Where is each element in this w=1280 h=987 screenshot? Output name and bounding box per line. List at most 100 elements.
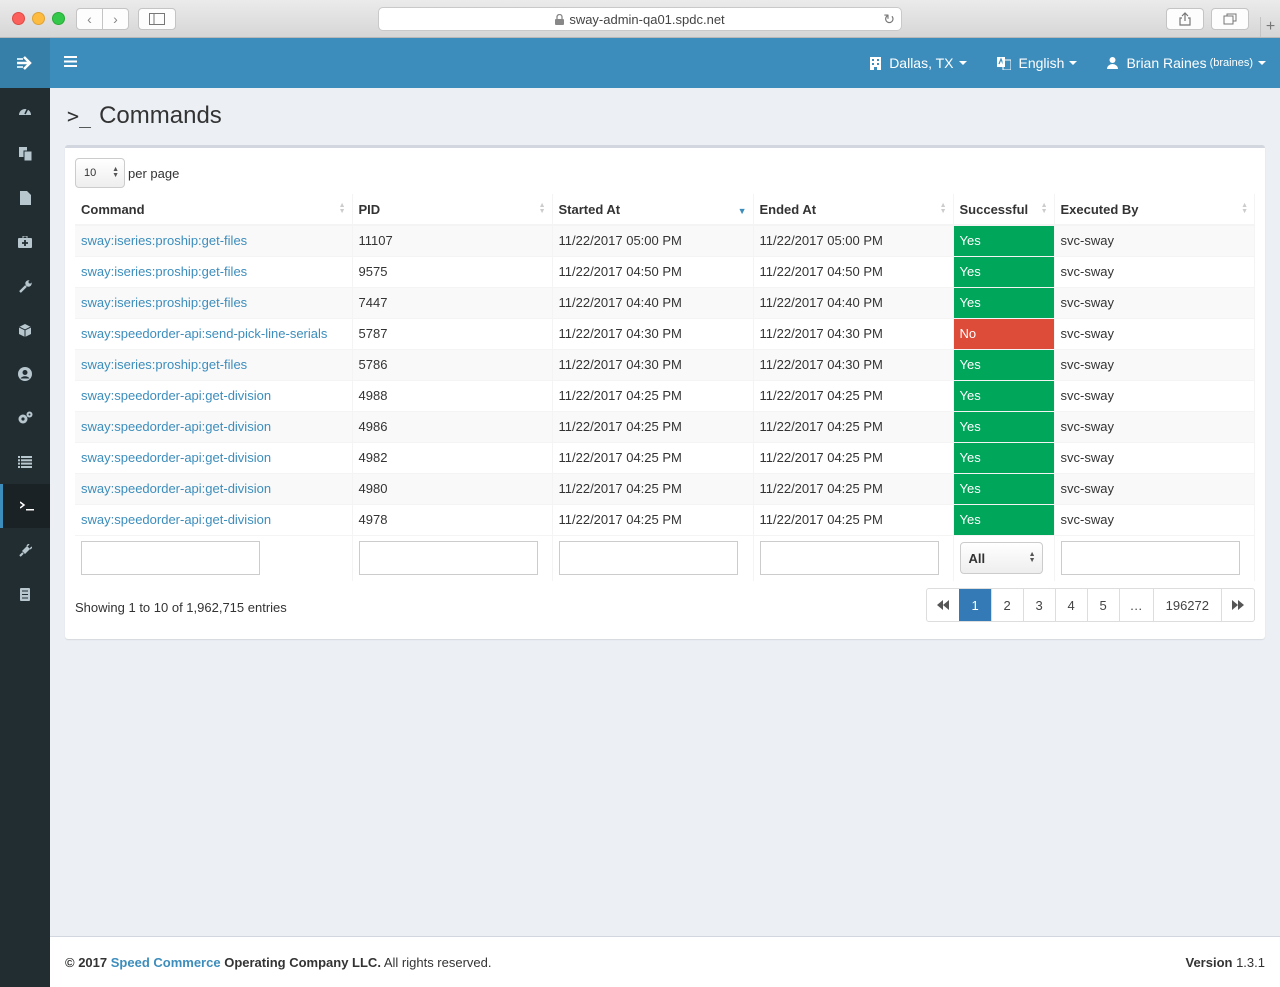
terminal-icon	[19, 501, 34, 511]
company-rest: Operating Company LLC.	[224, 955, 381, 970]
last-page-button[interactable]	[1221, 589, 1254, 621]
column-header-successful[interactable]: Successful ▲ ▼	[953, 194, 1055, 226]
sidebar-item-lists[interactable]	[0, 440, 50, 484]
sidebar-toggle-button[interactable]	[64, 55, 77, 70]
sidebar-item-plugins[interactable]	[0, 528, 50, 572]
column-header-label: Command	[81, 201, 145, 217]
column-header-pid[interactable]: PID ▲ ▼	[352, 194, 553, 226]
command-cell[interactable]: sway:speedorder-api:get-division	[75, 441, 353, 473]
rights-text: All rights reserved.	[383, 955, 492, 970]
share-icon	[1179, 12, 1191, 26]
started-at-filter-input[interactable]	[558, 541, 738, 576]
sidebar-item-settings[interactable]	[0, 396, 50, 440]
close-window-button[interactable]	[12, 12, 25, 25]
cube-icon	[19, 323, 31, 337]
maximize-window-button[interactable]	[52, 12, 65, 25]
successful-cell: Yes	[953, 441, 1055, 473]
table-row: sway:speedorder-api:get-division 4980 11/2…	[75, 472, 1255, 504]
command-cell[interactable]: sway:speedorder-api:get-division	[75, 472, 353, 504]
command-cell[interactable]: sway:speedorder-api:get-division	[75, 379, 353, 411]
new-tab-button[interactable]: +	[1260, 17, 1280, 37]
started-at-cell: 11/22/2017 04:40 PM	[552, 286, 754, 318]
command-cell[interactable]: sway:iseries:proship:get-files	[75, 286, 353, 318]
command-cell[interactable]: sway:speedorder-api:send-pick-line-seria…	[75, 317, 353, 349]
pid-cell: 7447	[352, 286, 553, 318]
column-header-executed-by[interactable]: Executed By ▲ ▼	[1054, 194, 1255, 226]
back-button[interactable]: ‹	[77, 9, 102, 29]
reload-icon[interactable]: ↻	[883, 11, 895, 28]
per-page-control: 10 ▲ ▼ per page	[75, 158, 179, 188]
sidebar-item-tools[interactable]	[0, 264, 50, 308]
user-name: Brian Raines	[1126, 55, 1207, 71]
started-at-cell: 11/22/2017 04:25 PM	[552, 410, 754, 442]
table-row: sway:speedorder-api:get-division 4986 11/2…	[75, 410, 1255, 442]
ended-at-cell: 11/22/2017 04:50 PM	[753, 255, 954, 287]
wrench-icon	[18, 279, 32, 293]
app-logo[interactable]	[0, 38, 50, 88]
select-arrows-icon: ▲ ▼	[1028, 551, 1036, 565]
minimize-window-button[interactable]	[32, 12, 45, 25]
table-row: sway:iseries:proship:get-files 11107 11/22…	[75, 224, 1255, 256]
ended-at-filter-input[interactable]	[759, 541, 939, 576]
share-button[interactable]	[1166, 8, 1204, 30]
pid-cell: 4988	[352, 379, 553, 411]
list-icon	[18, 456, 32, 468]
location-dropdown[interactable]: Dallas, TX	[870, 55, 967, 71]
filter-cell	[552, 534, 754, 581]
sort-icon: ▲ ▼	[338, 202, 346, 215]
address-bar[interactable]: sway-admin-qa01.spdc.net ↻	[378, 7, 902, 31]
sidebar-item-copy[interactable]	[0, 132, 50, 176]
page-button[interactable]: 5	[1086, 589, 1119, 621]
sidebar-item-medkit[interactable]	[0, 220, 50, 264]
table-row: sway:speedorder-api:send-pick-line-seria…	[75, 317, 1255, 349]
cogs-icon	[18, 411, 32, 424]
first-page-button[interactable]	[927, 589, 959, 621]
column-header-ended-at[interactable]: Ended At ▲ ▼	[753, 194, 954, 226]
per-page-select[interactable]: 10 ▲ ▼	[75, 158, 125, 188]
user-dropdown[interactable]: Brian Raines (braines)	[1107, 55, 1266, 71]
table-row: sway:iseries:proship:get-files 5786 11/22/…	[75, 348, 1255, 380]
forward-button[interactable]: ›	[102, 9, 128, 29]
lock-icon	[555, 13, 565, 25]
successful-cell: Yes	[953, 286, 1055, 318]
page-button[interactable]: 3	[1022, 589, 1055, 621]
company-link[interactable]: Speed Commerce	[111, 955, 221, 970]
column-header-started-at[interactable]: Started At ▼	[552, 194, 754, 226]
sort-icon: ▲ ▼	[538, 202, 546, 215]
hamburger-icon	[64, 56, 77, 67]
sidebar-item-database[interactable]	[0, 572, 50, 616]
arrow-logo-icon	[17, 56, 32, 70]
command-cell[interactable]: sway:iseries:proship:get-files	[75, 255, 353, 287]
sidebar-item-files[interactable]	[0, 176, 50, 220]
successful-filter-select[interactable]: All ▲ ▼	[959, 542, 1043, 575]
pid-filter-input[interactable]	[358, 541, 538, 576]
main-sidebar	[0, 38, 50, 987]
page-button[interactable]: 2	[990, 589, 1023, 621]
page-button[interactable]: 1	[958, 589, 991, 621]
sidebar-item-users[interactable]	[0, 352, 50, 396]
pid-cell: 4978	[352, 503, 553, 535]
sidebar-item-dashboard[interactable]	[0, 88, 50, 132]
column-header-command[interactable]: Command ▲ ▼	[75, 194, 353, 226]
page-button[interactable]: 4	[1054, 589, 1087, 621]
sidebar-item-packages[interactable]	[0, 308, 50, 352]
column-header-label: Started At	[558, 201, 621, 217]
show-tabs-button[interactable]	[1211, 8, 1249, 30]
user-handle: (braines)	[1209, 57, 1253, 69]
command-cell[interactable]: sway:iseries:proship:get-files	[75, 224, 353, 256]
double-chevron-left-icon	[936, 600, 949, 610]
executed-by-filter-input[interactable]	[1060, 541, 1240, 576]
command-cell[interactable]: sway:iseries:proship:get-files	[75, 348, 353, 380]
successful-cell: Yes	[953, 224, 1055, 256]
command-cell[interactable]: sway:speedorder-api:get-division	[75, 503, 353, 535]
command-filter-input[interactable]	[81, 541, 260, 576]
sidebar-item-commands[interactable]	[0, 484, 50, 528]
show-sidebar-button[interactable]	[138, 8, 176, 30]
page-button[interactable]: 196272	[1152, 589, 1221, 621]
command-cell[interactable]: sway:speedorder-api:get-division	[75, 410, 353, 442]
sort-icon: ▲ ▼	[939, 202, 947, 215]
language-dropdown[interactable]: English	[996, 55, 1078, 71]
executed-by-cell: svc-sway	[1054, 379, 1255, 411]
ended-at-cell: 11/22/2017 04:30 PM	[753, 348, 954, 380]
page-title-text: Commands	[99, 102, 222, 129]
